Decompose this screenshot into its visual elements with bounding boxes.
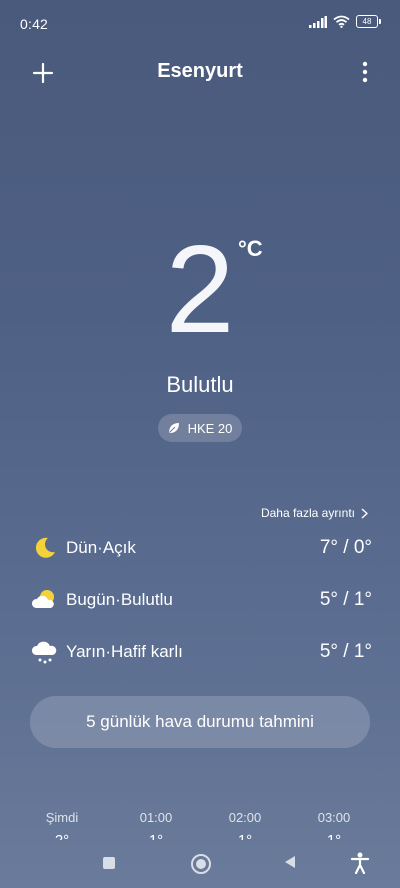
signal-icon [309, 15, 327, 28]
status-time: 0:42 [20, 16, 49, 32]
home-button[interactable] [191, 854, 211, 874]
forecast-day-row[interactable]: Dün·Açık 7° / 0° [32, 533, 372, 563]
leaf-icon [168, 423, 179, 433]
battery-icon: 48 [356, 15, 381, 28]
more-options-button[interactable] [360, 60, 370, 84]
more-vertical-icon [362, 61, 368, 83]
recents-button[interactable] [103, 857, 115, 869]
moon-icon [32, 535, 58, 561]
hourly-temperature: 1° [215, 832, 275, 840]
partly-cloudy-icon [32, 587, 58, 613]
back-triangle-icon [285, 856, 295, 868]
city-name: Esenyurt [157, 60, 243, 82]
hourly-time: 03:00 [317, 810, 351, 825]
day-label: Dün·Açık [66, 538, 136, 557]
snow-cloud-icon [32, 639, 58, 665]
forecast-day-row[interactable]: Yarın·Hafif karlı 5° / 1° [32, 637, 372, 667]
current-condition: Bulutlu [166, 372, 234, 397]
day-temperature-range: 7° / 0° [319, 537, 372, 558]
chevron-right-icon [361, 507, 368, 519]
hourly-time: 02:00 [228, 810, 262, 825]
day-label: Yarın·Hafif karlı [66, 642, 183, 661]
more-details-link[interactable]: Daha fazla ayrıntı [261, 506, 368, 520]
day-label: Bugün·Bulutlu [66, 590, 173, 609]
day-temperature-range: 5° / 1° [319, 589, 372, 610]
hourly-temperature: 1° [126, 832, 186, 840]
air-quality-badge[interactable]: HKE 20 [158, 414, 242, 442]
aqi-value: HKE 20 [187, 420, 233, 436]
hourly-time: Şimdi [45, 810, 79, 825]
forecast-day-row[interactable]: Bugün·Bulutlu 5° / 1° [32, 585, 372, 615]
status-bar: 0:42 48 [0, 0, 400, 44]
more-details-label: Daha fazla ayrıntı [260, 506, 355, 520]
hourly-temperature: 2° [32, 832, 92, 840]
wifi-icon [333, 15, 350, 28]
accessibility-button[interactable] [350, 852, 370, 879]
temperature-unit: °C [238, 236, 263, 261]
back-button[interactable] [283, 855, 297, 874]
five-day-forecast-button[interactable]: 5 günlük hava durumu tahmini [30, 696, 370, 748]
hourly-time: 01:00 [139, 810, 173, 825]
accessibility-icon [350, 852, 370, 875]
status-icons: 48 [309, 15, 381, 28]
five-day-forecast-label: 5 günlük hava durumu tahmini [86, 712, 314, 731]
system-navigation-bar [0, 840, 400, 888]
day-temperature-range: 5° / 1° [319, 641, 372, 662]
hourly-temperature: 1° [304, 832, 364, 840]
top-bar: Esenyurt [0, 52, 400, 92]
current-temperature: 2 [165, 221, 235, 359]
